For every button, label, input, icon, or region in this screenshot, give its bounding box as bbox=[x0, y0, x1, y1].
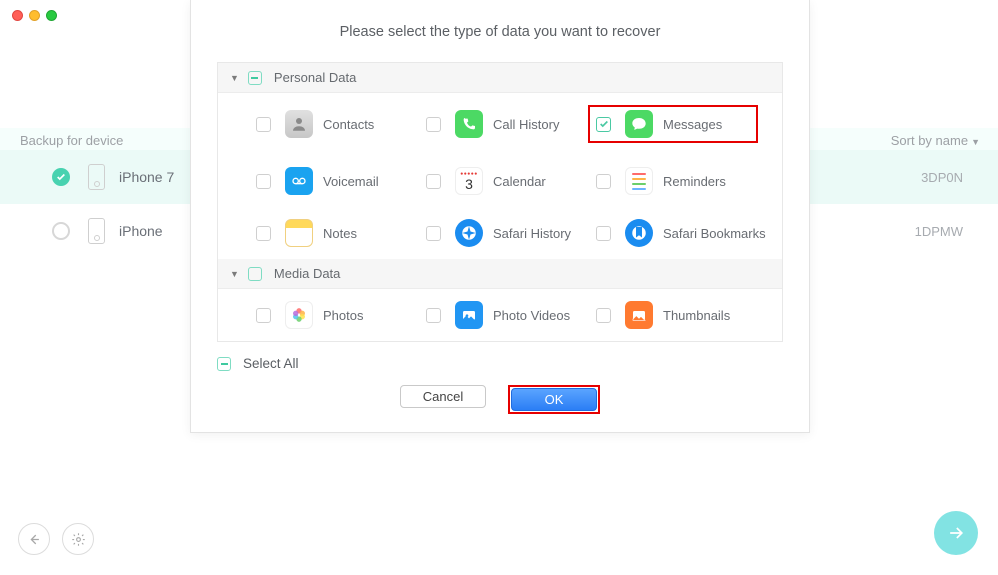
disclosure-triangle-icon[interactable]: ▼ bbox=[230, 269, 239, 279]
minimize-icon[interactable] bbox=[29, 10, 40, 21]
item-checkbox[interactable] bbox=[596, 226, 611, 241]
data-type-panel: ▼ Personal Data Contacts Call History bbox=[217, 62, 783, 342]
footer-buttons bbox=[18, 523, 94, 555]
section-checkbox[interactable] bbox=[248, 71, 262, 85]
item-call-history[interactable]: Call History bbox=[426, 105, 596, 143]
item-label: Photos bbox=[323, 308, 363, 323]
item-safari-bookmarks[interactable]: Safari Bookmarks bbox=[596, 219, 766, 247]
item-contacts[interactable]: Contacts bbox=[256, 105, 426, 143]
select-all-checkbox[interactable] bbox=[217, 357, 231, 371]
device-selected-icon[interactable] bbox=[52, 168, 70, 186]
notes-icon bbox=[285, 219, 313, 247]
item-reminders[interactable]: Reminders bbox=[596, 167, 766, 195]
device-serial: 1DPMW bbox=[915, 224, 963, 239]
thumbnails-icon bbox=[625, 301, 653, 329]
device-name: iPhone bbox=[119, 223, 163, 239]
item-thumbnails[interactable]: Thumbnails bbox=[596, 301, 766, 329]
section-title: Media Data bbox=[274, 266, 340, 281]
section-checkbox[interactable] bbox=[248, 267, 262, 281]
item-checkbox[interactable] bbox=[256, 226, 271, 241]
window-controls bbox=[12, 10, 57, 21]
calendar-icon: ●●●●● 3 bbox=[455, 167, 483, 195]
call-history-icon bbox=[455, 110, 483, 138]
safari-icon bbox=[455, 219, 483, 247]
item-label: Notes bbox=[323, 226, 357, 241]
item-checkbox[interactable] bbox=[596, 117, 611, 132]
items-row: Voicemail ●●●●● 3 Calendar Reminders bbox=[218, 155, 782, 207]
item-checkbox[interactable] bbox=[426, 308, 441, 323]
close-icon[interactable] bbox=[12, 10, 23, 21]
item-calendar[interactable]: ●●●●● 3 Calendar bbox=[426, 167, 596, 195]
item-checkbox[interactable] bbox=[426, 117, 441, 132]
data-type-modal: Please select the type of data you want … bbox=[190, 0, 810, 433]
item-label: Photo Videos bbox=[493, 308, 570, 323]
item-checkbox[interactable] bbox=[596, 174, 611, 189]
messages-icon bbox=[625, 110, 653, 138]
item-label: Call History bbox=[493, 117, 559, 132]
item-label: Contacts bbox=[323, 117, 374, 132]
item-photos[interactable]: Photos bbox=[256, 301, 426, 329]
voicemail-icon bbox=[285, 167, 313, 195]
section-header-media[interactable]: ▼ Media Data bbox=[218, 259, 782, 289]
settings-button[interactable] bbox=[62, 523, 94, 555]
item-label: Safari Bookmarks bbox=[663, 226, 766, 241]
item-label: Calendar bbox=[493, 174, 546, 189]
next-button[interactable] bbox=[934, 511, 978, 555]
photos-icon bbox=[285, 301, 313, 329]
sort-by-name-button[interactable]: Sort by name▼ bbox=[891, 133, 980, 148]
item-photo-videos[interactable]: Photo Videos bbox=[426, 301, 596, 329]
item-checkbox[interactable] bbox=[256, 174, 271, 189]
item-checkbox[interactable] bbox=[426, 174, 441, 189]
item-label: Reminders bbox=[663, 174, 726, 189]
phone-icon bbox=[88, 164, 105, 190]
ok-highlight: OK bbox=[508, 385, 600, 414]
modal-actions: Cancel OK bbox=[191, 371, 809, 432]
item-safari-history[interactable]: Safari History bbox=[426, 219, 596, 247]
item-checkbox[interactable] bbox=[426, 226, 441, 241]
item-checkbox[interactable] bbox=[596, 308, 611, 323]
item-voicemail[interactable]: Voicemail bbox=[256, 167, 426, 195]
reminders-icon bbox=[625, 167, 653, 195]
cancel-button[interactable]: Cancel bbox=[400, 385, 486, 408]
section-title: Personal Data bbox=[274, 70, 356, 85]
item-label: Voicemail bbox=[323, 174, 379, 189]
select-all-label: Select All bbox=[243, 356, 299, 371]
items-row: Contacts Call History Messages bbox=[218, 93, 782, 155]
section-header-personal[interactable]: ▼ Personal Data bbox=[218, 63, 782, 93]
item-checkbox[interactable] bbox=[256, 117, 271, 132]
select-all-row[interactable]: Select All bbox=[217, 356, 809, 371]
item-checkbox[interactable] bbox=[256, 308, 271, 323]
item-label: Safari History bbox=[493, 226, 571, 241]
phone-icon bbox=[88, 218, 105, 244]
items-row: Notes Safari History Safari Bookmarks bbox=[218, 207, 782, 259]
items-row: Photos Photo Videos Thumbnails bbox=[218, 289, 782, 341]
ok-button[interactable]: OK bbox=[511, 388, 597, 411]
item-notes[interactable]: Notes bbox=[256, 219, 426, 247]
contacts-icon bbox=[285, 110, 313, 138]
chevron-down-icon: ▼ bbox=[971, 137, 980, 147]
photo-videos-icon bbox=[455, 301, 483, 329]
calendar-day: 3 bbox=[465, 177, 473, 191]
device-name: iPhone 7 bbox=[119, 169, 174, 185]
item-label: Messages bbox=[663, 117, 722, 132]
back-button[interactable] bbox=[18, 523, 50, 555]
backup-for-device-label: Backup for device bbox=[20, 133, 123, 148]
disclosure-triangle-icon[interactable]: ▼ bbox=[230, 73, 239, 83]
device-selected-icon[interactable] bbox=[52, 222, 70, 240]
item-messages[interactable]: Messages bbox=[588, 105, 758, 143]
device-serial: 3DP0N bbox=[921, 170, 963, 185]
sort-label: Sort by name bbox=[891, 133, 968, 148]
modal-title: Please select the type of data you want … bbox=[191, 0, 809, 62]
zoom-icon[interactable] bbox=[46, 10, 57, 21]
item-label: Thumbnails bbox=[663, 308, 730, 323]
safari-bookmarks-icon bbox=[625, 219, 653, 247]
